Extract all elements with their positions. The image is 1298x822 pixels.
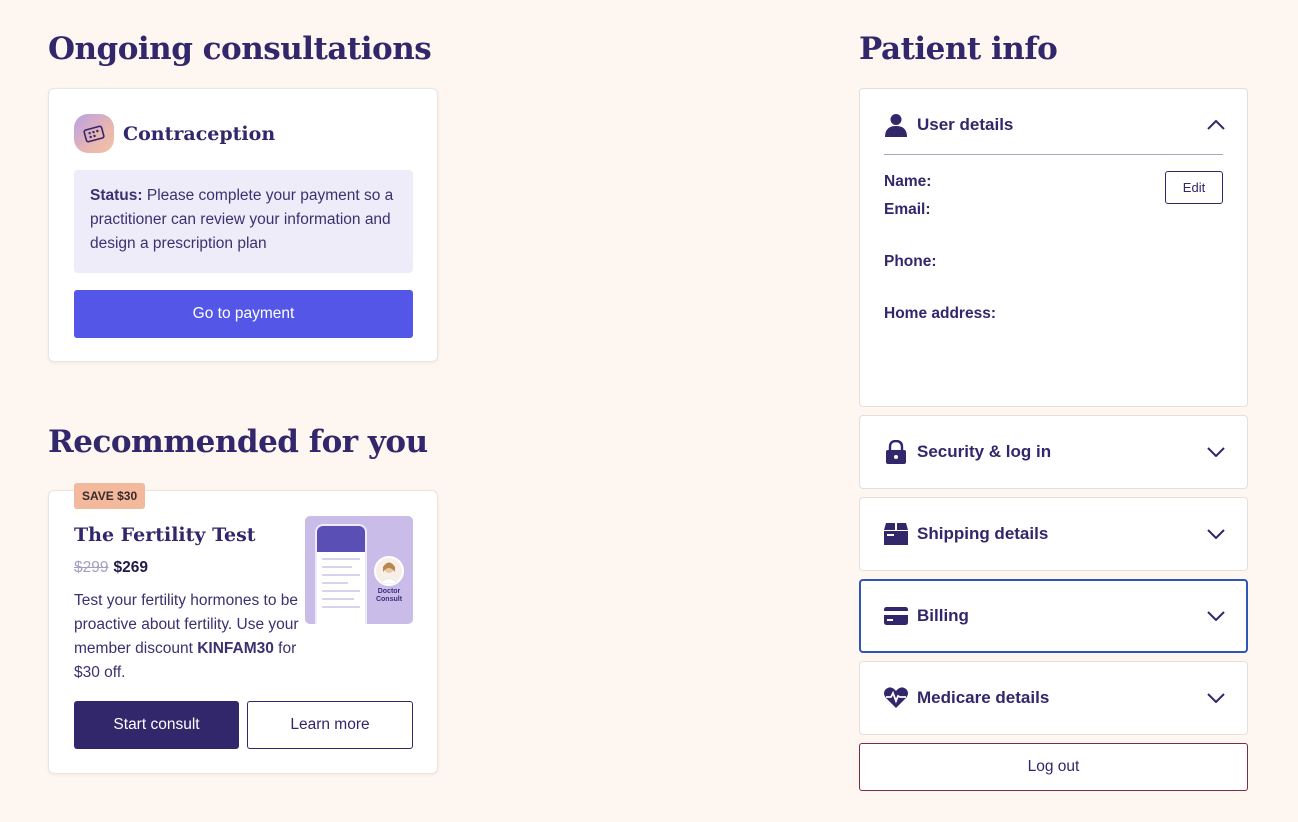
heart-pulse-icon [884, 686, 908, 710]
divider [884, 154, 1223, 155]
credit-card-icon [884, 604, 908, 628]
log-out-button[interactable]: Log out [859, 743, 1248, 791]
product-image: Doctor Consult [305, 516, 413, 624]
chevron-down-icon[interactable] [1207, 443, 1225, 461]
learn-more-button[interactable]: Learn more [247, 701, 413, 749]
home-address-label: Home address: [884, 305, 996, 322]
security-label: Security & log in [917, 442, 1052, 461]
ongoing-heading: Ongoing consultations [48, 31, 432, 67]
status-message: Status: Please complete your payment so … [74, 170, 413, 273]
security-header[interactable]: Security & log in [884, 416, 1225, 488]
lock-icon [884, 440, 908, 464]
image-caption: Doctor Consult [375, 588, 403, 603]
product-title: The Fertility Test [74, 524, 256, 546]
consultation-header: Contraception [74, 114, 275, 153]
pill-pack-icon [74, 114, 114, 153]
name-label: Name: [884, 173, 932, 190]
edit-button[interactable]: Edit [1165, 171, 1223, 204]
phone-mockup [315, 524, 367, 624]
shipping-label: Shipping details [917, 524, 1049, 543]
user-details-label: User details [917, 115, 1014, 134]
patient-info-heading: Patient info [859, 31, 1058, 67]
billing-header[interactable]: Billing [884, 581, 1225, 651]
user-icon [884, 113, 908, 137]
user-details-header[interactable]: User details [884, 89, 1225, 161]
discount-code: KINFAM30 [197, 640, 274, 657]
shipping-panel[interactable]: Shipping details [859, 497, 1248, 571]
original-price: $299 [74, 559, 109, 576]
consultation-title: Contraception [123, 122, 276, 145]
billing-panel[interactable]: Billing [859, 579, 1248, 653]
status-label: Status: [90, 187, 143, 204]
email-label: Email: [884, 201, 931, 218]
save-badge: SAVE $30 [74, 483, 146, 509]
medicare-panel[interactable]: Medicare details [859, 661, 1248, 735]
doctor-avatar [374, 556, 404, 586]
chevron-up-icon[interactable] [1207, 116, 1225, 134]
product-description: Test your fertility hormones to be proac… [74, 589, 299, 685]
phone-label: Phone: [884, 253, 937, 270]
security-panel[interactable]: Security & log in [859, 415, 1248, 489]
chevron-down-icon[interactable] [1207, 525, 1225, 543]
go-to-payment-button[interactable]: Go to payment [74, 290, 413, 338]
chevron-down-icon[interactable] [1207, 689, 1225, 707]
medicare-header[interactable]: Medicare details [884, 662, 1225, 734]
shipping-header[interactable]: Shipping details [884, 498, 1225, 570]
medicare-label: Medicare details [917, 688, 1050, 707]
price-row: $299 $269 [74, 559, 148, 577]
user-details-panel: User details Name: Email: Phone: Home ad… [859, 88, 1248, 407]
billing-label: Billing [917, 606, 969, 625]
box-icon [884, 522, 908, 546]
discounted-price: $269 [113, 559, 148, 576]
chevron-down-icon[interactable] [1207, 607, 1225, 625]
start-consult-button[interactable]: Start consult [74, 701, 239, 749]
recommended-heading: Recommended for you [48, 424, 428, 460]
recommendation-card: SAVE $30 The Fertility Test $299 $269 Te… [48, 483, 438, 774]
consultation-card: Contraception Status: Please complete yo… [48, 88, 438, 362]
